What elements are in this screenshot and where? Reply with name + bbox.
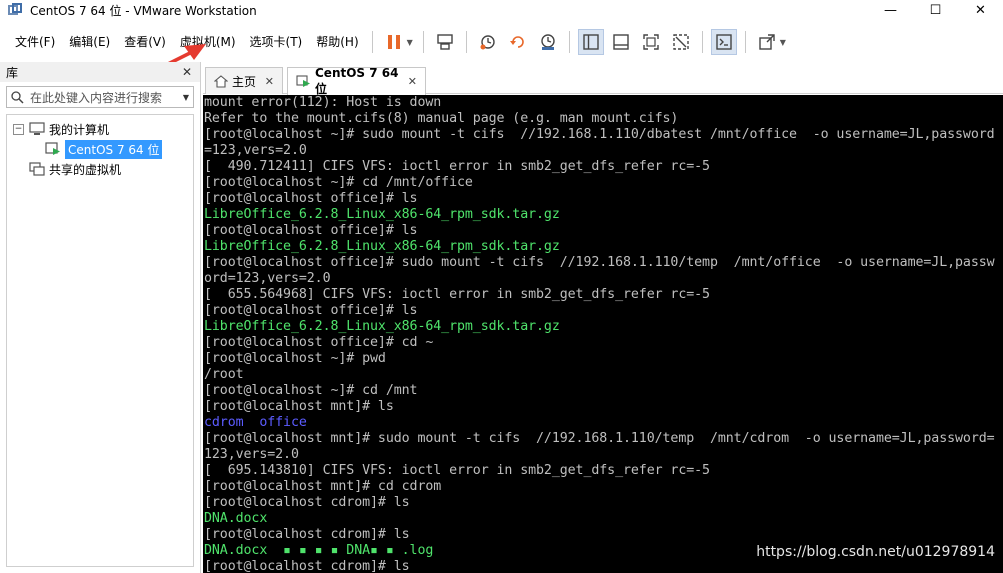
console-line: 123,vers=2.0	[204, 447, 299, 462]
close-icon[interactable]: ✕	[265, 75, 274, 88]
shared-vm-icon	[29, 162, 45, 176]
close-button[interactable]: ✕	[958, 0, 1003, 20]
console-line: DNA.docx	[204, 511, 268, 526]
menu-help[interactable]: 帮助(H)	[309, 24, 365, 60]
toolbar-separator	[371, 31, 373, 53]
library-panel: 库 ✕ 在此处键入内容进行搜索 ▼ − 我的计算机 CentOS 7 64 位 …	[0, 62, 201, 573]
vmware-logo-icon	[8, 3, 22, 17]
sidebar-toggle-icon[interactable]	[577, 29, 604, 55]
unity-icon[interactable]	[668, 29, 694, 55]
console-line: [root@localhost office]# ls	[204, 223, 418, 238]
console-line: [root@localhost cdrom]# ls	[204, 495, 410, 510]
console-line: ord=123,vers=2.0	[204, 271, 331, 286]
console-line: [root@localhost office]# sudo mount -t c…	[204, 255, 995, 270]
window-title: CentOS 7 64 位 - VMware Workstation	[30, 3, 257, 18]
console-line: [root@localhost ~]# cd /mnt	[204, 383, 418, 398]
console-line: /root	[204, 367, 244, 382]
console-line: [root@localhost office]# ls	[204, 303, 418, 318]
tab-home[interactable]: 主页 ✕	[205, 67, 283, 94]
tree-label-my-computer: 我的计算机	[49, 122, 110, 137]
console-line: [root@localhost ~]# sudo mount -t cifs /…	[204, 127, 995, 142]
console-view-icon[interactable]	[710, 29, 737, 55]
fullscreen-icon[interactable]	[638, 29, 664, 55]
home-icon	[214, 74, 228, 88]
console-line: [root@localhost office]# ls	[204, 191, 418, 206]
title-bar: CentOS 7 64 位 - VMware Workstation — ☐ ✕	[0, 0, 1003, 20]
library-title: 库	[6, 65, 19, 80]
toolbar-separator	[701, 31, 703, 53]
watermark: https://blog.csdn.net/u012978914	[756, 544, 995, 560]
toolbar-separator	[465, 31, 467, 53]
console-line: LibreOffice_6.2.8_Linux_x86-64_rpm_sdk.t…	[204, 239, 560, 254]
console-line: [root@localhost mnt]# cd cdrom	[204, 479, 442, 494]
snapshot-icon[interactable]	[475, 29, 501, 55]
vm-tree: − 我的计算机 CentOS 7 64 位 共享的虚拟机	[6, 114, 194, 567]
close-icon[interactable]: ✕	[408, 75, 417, 88]
tree-item-shared-vms[interactable]: 共享的虚拟机	[7, 159, 193, 179]
console-line: =123,vers=2.0	[204, 143, 307, 158]
vm-console[interactable]: mount error(112): Host is down Refer to t…	[203, 95, 1003, 573]
thumbnail-bar-icon[interactable]	[608, 29, 634, 55]
tree-item-my-computer[interactable]: − 我的计算机	[7, 119, 193, 139]
revert-snapshot-icon[interactable]	[505, 29, 531, 55]
tab-strip: 主页 ✕ CentOS 7 64 位 ✕	[203, 62, 1003, 96]
collapse-icon[interactable]: −	[13, 123, 24, 135]
pause-icon[interactable]	[381, 29, 407, 55]
console-line: [root@localhost mnt]# sudo mount -t cifs…	[204, 431, 995, 446]
console-line: Refer to the mount.cifs(8) manual page (…	[204, 111, 679, 126]
window-controls: — ☐ ✕	[868, 0, 1003, 20]
console-line: [root@localhost cdrom]# ls	[204, 527, 410, 542]
tree-label-shared: 共享的虚拟机	[49, 162, 122, 177]
menu-file[interactable]: 文件(F)	[8, 24, 62, 60]
console-line: cdrom office	[204, 415, 307, 430]
library-header: 库 ✕	[0, 62, 200, 82]
stretch-icon[interactable]	[754, 29, 780, 55]
console-line: [root@localhost office]# cd ~	[204, 335, 434, 350]
minimize-button[interactable]: —	[868, 0, 913, 20]
chevron-down-icon[interactable]: ▼	[407, 38, 413, 47]
search-placeholder: 在此处键入内容进行搜索	[30, 90, 163, 105]
maximize-button[interactable]: ☐	[913, 0, 958, 20]
tree-label-centos: CentOS 7 64 位	[65, 139, 163, 159]
console-line: [ 655.564968] CIFS VFS: ioctl error in s…	[204, 287, 710, 302]
library-search-input[interactable]: 在此处键入内容进行搜索 ▼	[6, 86, 194, 108]
vm-running-icon	[296, 75, 311, 88]
toolbar-separator	[568, 31, 570, 53]
tree-item-centos[interactable]: CentOS 7 64 位	[7, 139, 193, 159]
console-line: [root@localhost ~]# cd /mnt/office	[204, 175, 473, 190]
console-line: [ 695.143810] CIFS VFS: ioctl error in s…	[204, 463, 710, 478]
close-icon[interactable]: ✕	[182, 65, 192, 79]
menu-tabs[interactable]: 选项卡(T)	[243, 24, 310, 60]
tab-home-label: 主页	[232, 74, 257, 89]
console-line: [root@localhost ~]# pwd	[204, 351, 386, 366]
console-line: mount error(112): Host is down	[204, 95, 442, 110]
console-line: [ 490.712411] CIFS VFS: ioctl error in s…	[204, 159, 710, 174]
snapshot-manager-icon[interactable]	[535, 29, 561, 55]
vm-running-icon	[45, 142, 61, 156]
console-line: LibreOffice_6.2.8_Linux_x86-64_rpm_sdk.t…	[204, 207, 560, 222]
tab-centos[interactable]: CentOS 7 64 位 ✕	[287, 66, 426, 96]
computer-icon	[29, 122, 45, 136]
console-line: [root@localhost mnt]# ls	[204, 399, 394, 414]
toolbar-separator	[744, 31, 746, 53]
chevron-down-icon[interactable]: ▼	[780, 38, 786, 47]
send-ctrl-alt-del-icon[interactable]	[432, 29, 458, 55]
menu-edit[interactable]: 编辑(E)	[62, 24, 117, 60]
console-line: [root@localhost cdrom]# ls	[204, 559, 410, 573]
console-line: LibreOffice_6.2.8_Linux_x86-64_rpm_sdk.t…	[204, 319, 560, 334]
search-icon	[11, 90, 24, 104]
chevron-down-icon[interactable]: ▼	[183, 93, 189, 102]
tab-centos-label: CentOS 7 64 位	[315, 66, 399, 96]
toolbar-separator	[422, 31, 424, 53]
